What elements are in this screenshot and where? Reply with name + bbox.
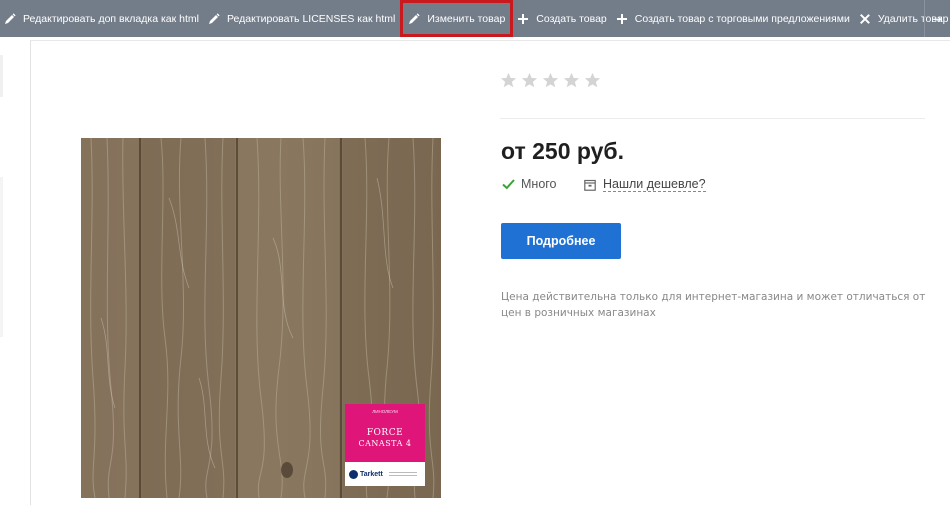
- content-border-top: [30, 40, 950, 41]
- logo-mark-icon: [349, 469, 358, 479]
- edit-product-button[interactable]: Изменить товар: [400, 0, 514, 37]
- found-cheaper[interactable]: Нашли дешевле?: [584, 177, 706, 192]
- edit-licenses-html-label: Редактировать LICENSES как html: [227, 12, 396, 25]
- badge-fine-print: [388, 470, 417, 478]
- badge-footer: Tarkett: [345, 462, 425, 486]
- product-rating[interactable]: [500, 72, 605, 89]
- product-price: от 250 руб.: [501, 138, 625, 164]
- price-disclaimer: Цена действительна только для интернет-м…: [501, 291, 926, 319]
- badge-variant-name: CANASTA 4: [358, 439, 412, 448]
- admin-toolbar: Редактировать доп вкладка как html Редак…: [0, 0, 950, 37]
- star-icon[interactable]: [563, 72, 580, 89]
- price-tag-icon: [584, 179, 596, 191]
- left-page-edge: [0, 37, 30, 505]
- edit-extra-tab-html-button[interactable]: Редактировать доп вкладка как html: [0, 0, 204, 37]
- badge-collection-name: FORCE: [366, 428, 404, 438]
- content-border: [30, 40, 31, 505]
- star-icon[interactable]: [500, 72, 517, 89]
- pencil-icon: [208, 12, 220, 25]
- star-icon[interactable]: [584, 72, 601, 89]
- create-product-button[interactable]: Создать товар: [513, 0, 612, 37]
- badge-category: ЛИНОЛЕУМ: [372, 409, 398, 414]
- plus-icon: [616, 13, 628, 25]
- stock-status-label: Много: [521, 177, 557, 191]
- collapse-arrow-icon[interactable]: ⇥: [924, 0, 950, 37]
- edge-mark: [0, 55, 3, 97]
- plus-icon: [517, 13, 529, 25]
- edge-mark: [0, 177, 3, 337]
- pencil-icon: [408, 12, 420, 25]
- product-image[interactable]: ЛИНОЛЕУМ FORCE CANASTA 4 Tarkett: [81, 138, 441, 498]
- close-icon: [859, 13, 871, 25]
- star-icon[interactable]: [521, 72, 538, 89]
- section-divider: [500, 118, 925, 119]
- tarkett-logo: Tarkett: [349, 469, 383, 479]
- check-icon: [502, 179, 515, 190]
- edit-extra-tab-html-label: Редактировать доп вкладка как html: [23, 12, 199, 25]
- edit-product-label: Изменить товар: [427, 12, 506, 25]
- star-icon[interactable]: [542, 72, 559, 89]
- stock-status: Много: [502, 177, 557, 191]
- details-button[interactable]: Подробнее: [501, 223, 621, 259]
- create-product-with-offers-button[interactable]: Создать товар с торговыми предложениями: [612, 0, 855, 37]
- brand-name: Tarkett: [360, 470, 383, 478]
- edit-licenses-html-button[interactable]: Редактировать LICENSES как html: [204, 0, 400, 37]
- found-cheaper-link[interactable]: Нашли дешевле?: [603, 177, 706, 192]
- pencil-icon: [4, 12, 16, 25]
- create-product-with-offers-label: Создать товар с торговыми предложениями: [634, 12, 850, 25]
- product-brand-badge: ЛИНОЛЕУМ FORCE CANASTA 4 Tarkett: [345, 404, 425, 486]
- create-product-label: Создать товар: [536, 12, 607, 25]
